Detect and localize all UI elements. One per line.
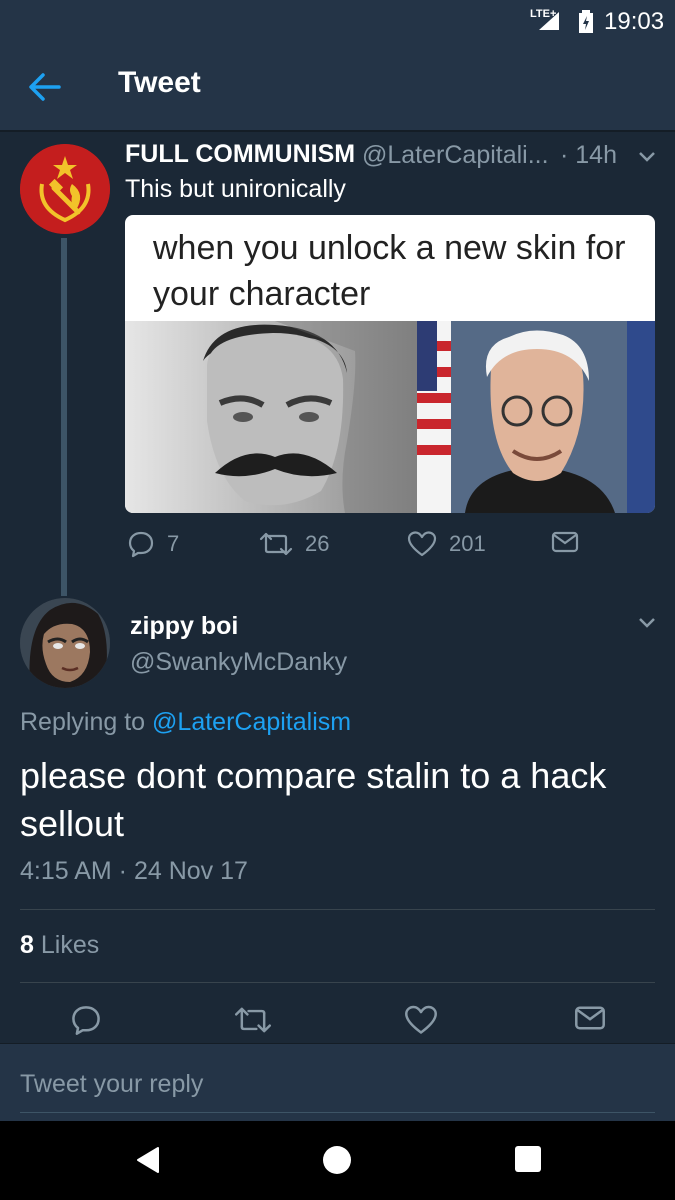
app-bar: Tweet (0, 44, 675, 132)
chevron-down-icon[interactable] (637, 150, 657, 164)
author-handle[interactable]: @SwankyMcDanky (130, 648, 347, 677)
tweet-text: please dont compare stalin to a hack sel… (20, 755, 607, 844)
avatar[interactable] (20, 144, 110, 234)
page-title: Tweet (118, 66, 201, 99)
retweet-action[interactable]: 26 (259, 530, 329, 558)
chevron-down-icon[interactable] (637, 616, 657, 630)
home-circle-icon[interactable] (322, 1145, 352, 1175)
media-photo (125, 321, 655, 513)
battery-charging-icon (579, 10, 593, 33)
heart-icon[interactable] (407, 530, 437, 558)
envelope-icon[interactable] (574, 1004, 606, 1032)
tweet-actions (0, 1004, 675, 1040)
status-bar: LTE+ 19:03 (0, 0, 675, 44)
reply-input[interactable]: Tweet your reply (20, 1070, 203, 1099)
reply-composer: Tweet your reply (0, 1043, 675, 1121)
avatar[interactable] (20, 598, 110, 688)
likes-count: 8 (20, 931, 34, 959)
status-clock: 19:03 (604, 8, 665, 35)
replying-prefix: Replying to (20, 708, 146, 736)
envelope-icon[interactable] (551, 530, 579, 554)
signal-icon (539, 12, 559, 30)
likes-summary[interactable]: 8 Likes (20, 931, 99, 960)
tweet-actions: 7 26 201 (125, 530, 655, 564)
reply-action[interactable]: 7 (127, 530, 179, 558)
divider (20, 982, 655, 983)
tweet-timestamp: 4:15 AM · 24 Nov 17 (20, 857, 248, 885)
recents-square-icon[interactable] (514, 1145, 542, 1173)
reply-icon[interactable] (127, 530, 155, 558)
input-underline (20, 1112, 655, 1113)
retweet-count: 26 (305, 531, 330, 556)
dm-action[interactable] (551, 530, 579, 554)
tweet-time: · 14h (560, 141, 617, 169)
author-name[interactable]: FULL COMMUNISM (125, 140, 355, 169)
thread-line (61, 238, 67, 596)
avatar-image (20, 598, 110, 688)
author-name[interactable]: zippy boi (130, 612, 238, 641)
hammer-sickle-emblem (20, 144, 110, 234)
navigation-bar (0, 1121, 675, 1200)
author-handle[interactable]: @LaterCapitali... (362, 141, 549, 170)
likes-label: Likes (40, 931, 100, 959)
divider (20, 909, 655, 910)
like-count: 201 (449, 531, 486, 556)
arrow-left-icon[interactable] (28, 72, 62, 102)
tweet-media[interactable]: when you unlock a new skin for your char… (125, 215, 655, 513)
like-action[interactable]: 201 (407, 530, 486, 558)
tweet-text: This but unironically (125, 175, 346, 203)
back-triangle-icon[interactable] (134, 1145, 162, 1175)
reply-icon[interactable] (70, 1004, 102, 1036)
retweet-icon[interactable] (259, 530, 293, 558)
media-caption: when you unlock a new skin for your char… (153, 229, 626, 313)
retweet-icon[interactable] (234, 1004, 272, 1036)
reply-count: 7 (167, 531, 180, 556)
replying-to: Replying to @LaterCapitalism (20, 708, 351, 737)
mention-link[interactable]: @LaterCapitalism (152, 708, 351, 736)
heart-icon[interactable] (404, 1004, 438, 1036)
